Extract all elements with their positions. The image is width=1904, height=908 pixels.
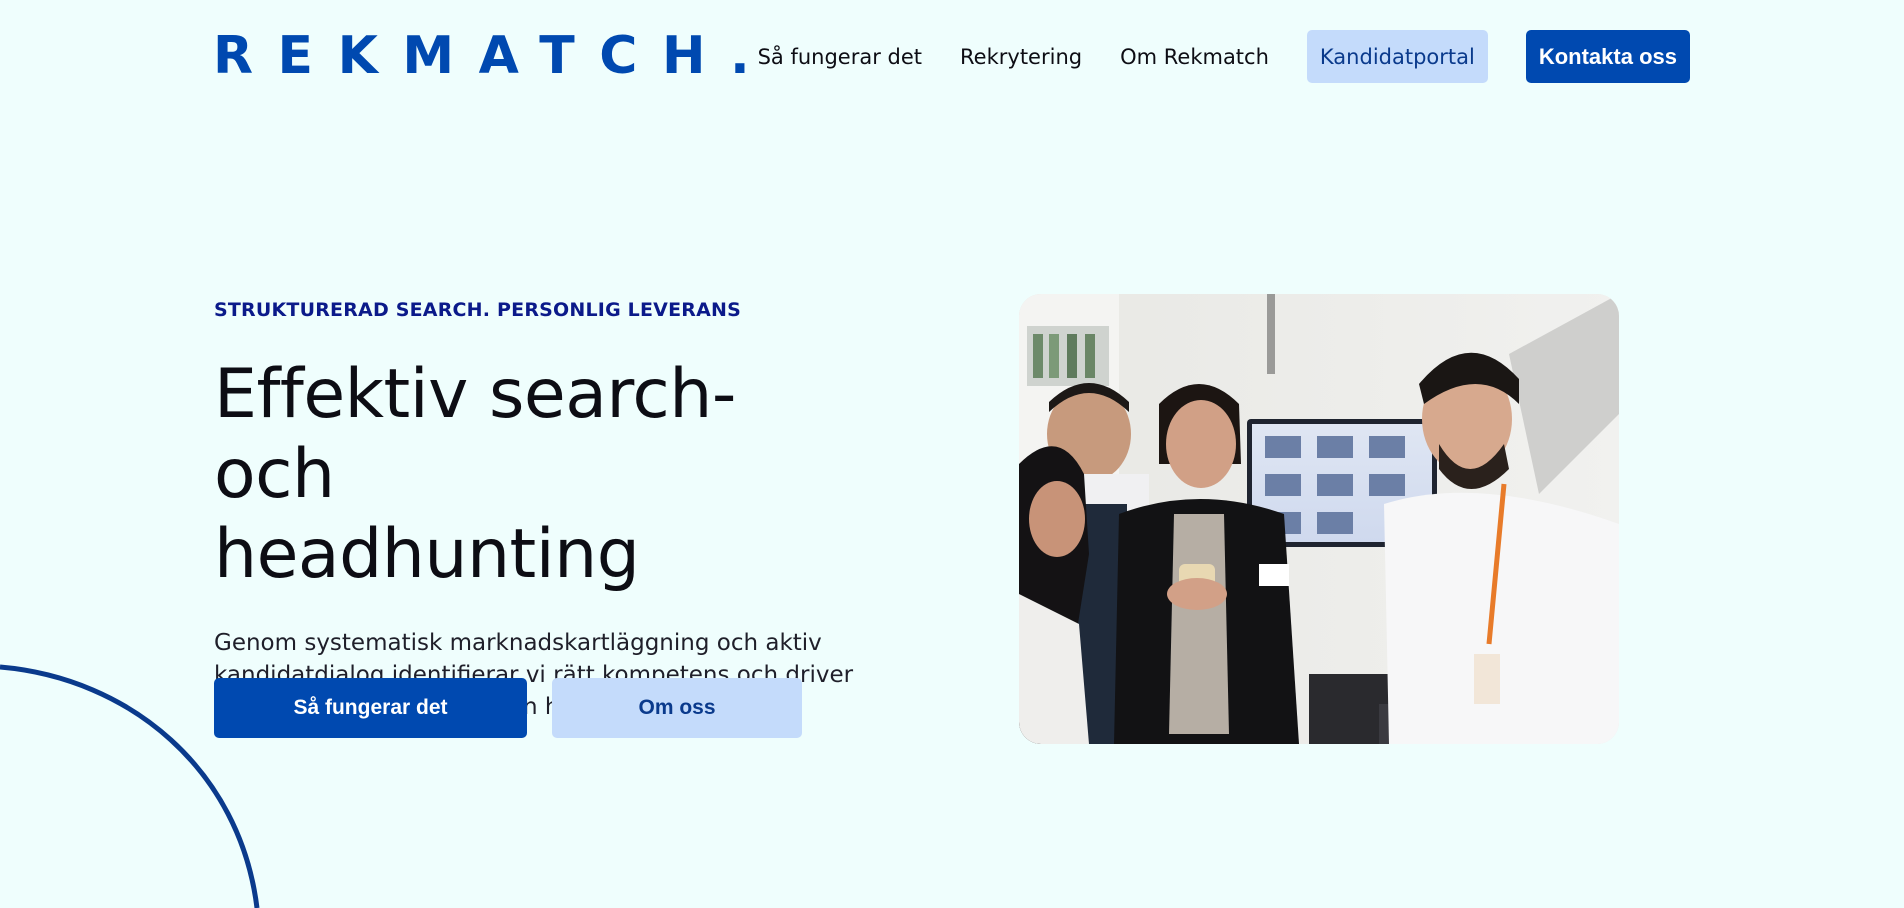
nav-link-rekrytering[interactable]: Rekrytering <box>960 45 1082 69</box>
kandidatportal-button[interactable]: Kandidatportal <box>1306 30 1488 83</box>
decorative-arc <box>0 664 260 908</box>
hero-headline-line1: Effektiv search- och <box>214 355 736 514</box>
hero-headline: Effektiv search- och headhunting <box>214 355 874 595</box>
hero-headline-line2: headhunting <box>214 515 640 594</box>
team-photo <box>1019 294 1619 744</box>
logo-dot: . <box>729 26 750 86</box>
nav-link-sa-fungerar-det[interactable]: Så fungerar det <box>758 45 922 69</box>
hero-content: STRUKTURERAD SEARCH. PERSONLIG LEVERANS … <box>214 299 874 723</box>
logo-text: REKMATCH <box>213 26 730 86</box>
about-us-button[interactable]: Om oss <box>552 678 802 738</box>
hero-cta-row: Så fungerar det Om oss <box>214 678 802 738</box>
contact-button[interactable]: Kontakta oss <box>1525 30 1690 83</box>
main-nav: Så fungerar det Rekrytering Om Rekmatch … <box>758 30 1690 83</box>
brand-logo[interactable]: REKMATCH. <box>213 24 750 88</box>
nav-link-om-rekmatch[interactable]: Om Rekmatch <box>1120 45 1269 69</box>
hero-eyebrow: STRUKTURERAD SEARCH. PERSONLIG LEVERANS <box>214 299 741 321</box>
